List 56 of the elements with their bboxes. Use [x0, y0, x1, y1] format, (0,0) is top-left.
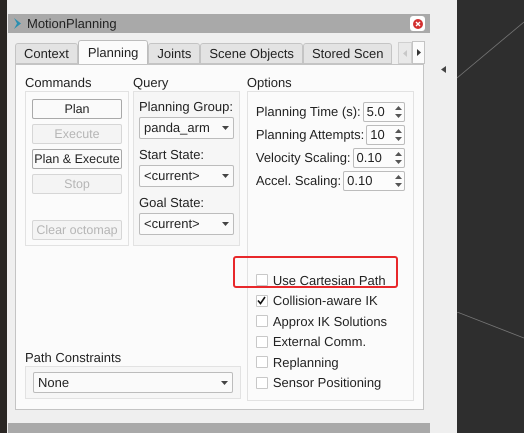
- dropdown[interactable]: panda_arm: [139, 117, 234, 139]
- dropdown[interactable]: <current>: [139, 165, 234, 187]
- spin-box[interactable]: 10: [366, 124, 405, 144]
- field-label: Start State:: [139, 146, 206, 164]
- checkbox[interactable]: [256, 336, 268, 348]
- section-title: Query: [133, 74, 170, 91]
- spinner-label: Planning Time (s):: [256, 102, 362, 121]
- close-icon: [414, 20, 420, 26]
- close-button[interactable]: [410, 16, 425, 31]
- checkbox-label: Collision-aware IK: [272, 292, 378, 310]
- tab[interactable]: Scene Objects: [200, 43, 303, 64]
- spin-arrows-icon[interactable]: [395, 150, 402, 164]
- spin-arrows-icon[interactable]: [395, 104, 402, 118]
- checkbox[interactable]: [256, 356, 268, 368]
- spin-box[interactable]: 0.10: [343, 170, 405, 190]
- dropdown-arrow-icon: [222, 126, 229, 130]
- window-title: MotionPlanning: [27, 14, 117, 33]
- dropdown[interactable]: <current>: [139, 213, 234, 235]
- grid-line: [457, 20, 524, 80]
- tab[interactable]: Planning: [78, 40, 148, 64]
- checkbox[interactable]: [256, 294, 268, 307]
- spinner-label: Planning Attempts:: [256, 126, 366, 144]
- section-title: Commands: [25, 74, 92, 91]
- command-button[interactable]: Plan: [32, 99, 122, 119]
- left-arrow-icon: [403, 50, 407, 56]
- checkbox-label: Use Cartesian Path: [272, 272, 386, 290]
- dropdown-arrow-icon: [220, 380, 228, 384]
- field-label: Goal State:: [139, 194, 206, 212]
- spin-arrows-icon[interactable]: [395, 174, 402, 188]
- tab[interactable]: Stored Scen: [302, 43, 392, 64]
- checkbox[interactable]: [256, 315, 268, 328]
- command-button[interactable]: Plan & Execute: [32, 149, 122, 169]
- checkbox[interactable]: [256, 376, 268, 389]
- checkbox-label: External Comm.: [272, 333, 366, 351]
- tab[interactable]: Joints: [148, 43, 200, 64]
- scroll-right-button[interactable]: [412, 41, 425, 64]
- right-arrow-icon: [416, 49, 420, 56]
- tab[interactable]: Context: [15, 43, 78, 64]
- dropdown[interactable]: None: [33, 372, 233, 393]
- checkbox-label: Sensor Positioning: [272, 374, 382, 392]
- spin-arrows-icon[interactable]: [395, 128, 402, 142]
- spinner-label: Velocity Scaling:: [256, 148, 352, 167]
- field-label: Planning Group:: [139, 98, 234, 116]
- checkbox-label: Approx IK Solutions: [272, 312, 388, 331]
- panel-icon: [13, 17, 22, 30]
- checkbox[interactable]: [256, 274, 268, 286]
- spin-box[interactable]: 5.0: [362, 102, 405, 122]
- check-icon: [257, 296, 266, 306]
- section-title: Options: [246, 74, 293, 91]
- spinner-label: Accel. Scaling:: [256, 172, 342, 190]
- dropdown-arrow-icon: [222, 174, 229, 178]
- dropdown-arrow-icon: [222, 222, 229, 226]
- collapse-arrow-icon[interactable]: [441, 66, 446, 73]
- spin-box[interactable]: 0.10: [352, 148, 405, 168]
- section-title: Path Constraints: [25, 349, 122, 366]
- checkbox-label: Replanning: [272, 354, 339, 372]
